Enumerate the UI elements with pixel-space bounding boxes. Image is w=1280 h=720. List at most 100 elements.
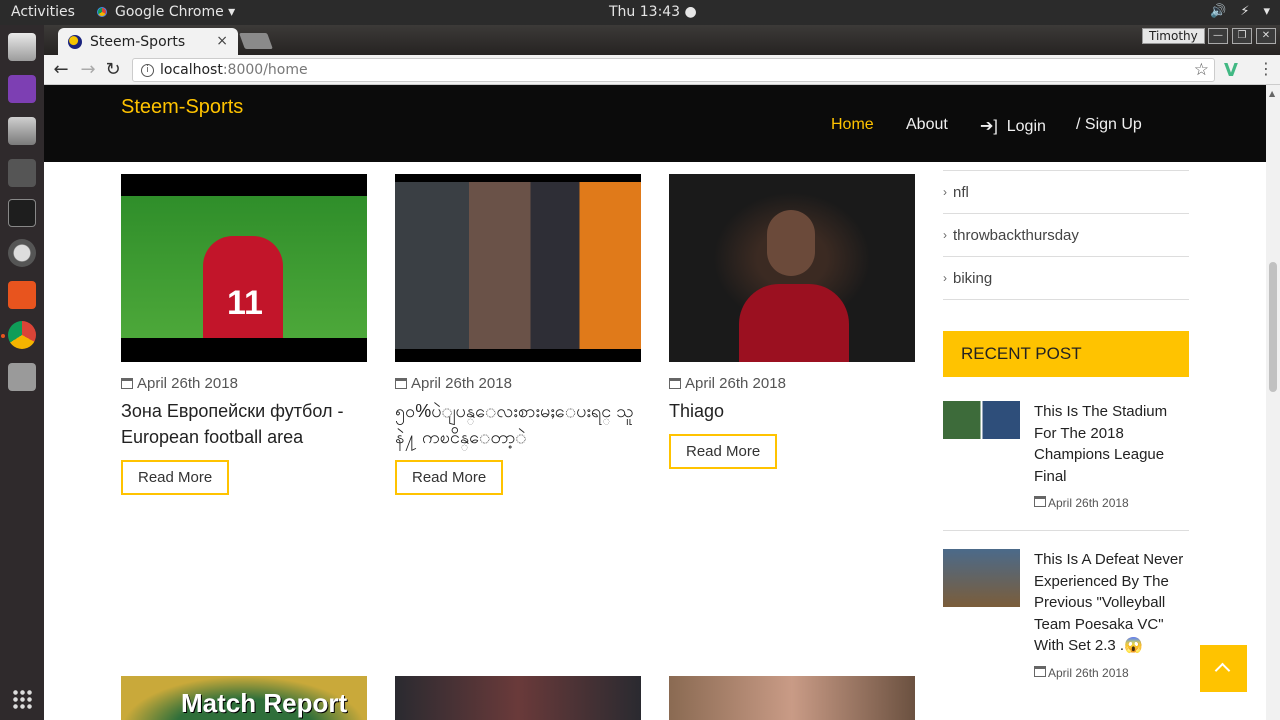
app-menu-label: Google Chrome ▾ — [115, 4, 236, 20]
tag-label: biking — [953, 269, 993, 287]
calendar-icon — [395, 378, 407, 389]
chrome-launcher-icon[interactable] — [8, 321, 36, 349]
site-info-icon[interactable]: i — [141, 63, 154, 77]
scrollbar-thumb[interactable] — [1269, 262, 1277, 392]
video-editor-icon[interactable] — [8, 159, 36, 187]
scroll-to-top-button[interactable] — [1200, 645, 1247, 692]
post-date-text: April 26th 2018 — [137, 375, 238, 392]
post-card: April 26th 2018 Thiago Read More — [669, 174, 915, 469]
read-more-button[interactable]: Read More — [121, 460, 230, 495]
tag-label: nfl — [953, 183, 969, 201]
post-image[interactable]: Match Report — [121, 676, 367, 720]
recent-post-title[interactable]: This Is The Stadium For The 2018 Champio… — [1034, 401, 1190, 487]
install-icon[interactable] — [8, 117, 36, 145]
site-header: Steem-Sports Home About ➔] Login / Sign … — [44, 85, 1266, 162]
tag-item[interactable]: › throwbackthursday — [943, 214, 1189, 257]
back-icon[interactable]: ← — [50, 59, 72, 80]
recent-post-title[interactable]: This Is A Defeat Never Experienced By Th… — [1034, 549, 1190, 657]
sign-in-icon: ➔] — [980, 118, 1007, 135]
jersey-number-graphic: 11 — [227, 284, 263, 322]
address-bar[interactable]: i localhost :8000/home ☆ — [132, 58, 1215, 82]
photo-graphic — [395, 182, 641, 349]
reload-icon[interactable]: ↻ — [102, 59, 124, 80]
post-image[interactable]: 11 — [121, 174, 367, 362]
post-date-text: April 26th 2018 — [685, 375, 786, 392]
recent-post-thumbnail[interactable] — [943, 401, 1020, 439]
url-path: :8000/home — [222, 62, 308, 78]
face-graphic — [767, 210, 815, 276]
activities-button[interactable]: Activities — [11, 4, 75, 20]
show-apps-icon[interactable] — [12, 689, 32, 709]
url-host: localhost — [160, 62, 223, 78]
system-tray[interactable]: 🔊 ⚡ ▾ — [1210, 4, 1270, 19]
post-image[interactable] — [395, 676, 641, 720]
chrome-menu-icon[interactable]: ⋮ — [1258, 59, 1274, 78]
recent-post-item[interactable]: This Is A Defeat Never Experienced By Th… — [943, 549, 1189, 699]
scroll-up-icon[interactable]: ▲ — [1269, 89, 1275, 98]
tab-strip: Steem-Sports × Timothy — ❐ ✕ — [44, 25, 1280, 55]
nav-home[interactable]: Home — [831, 116, 874, 134]
browser-window: Steem-Sports × Timothy — ❐ ✕ ← → ↻ i loc… — [44, 25, 1280, 720]
close-tab-icon[interactable]: × — [216, 33, 228, 49]
post-image[interactable] — [669, 676, 915, 720]
post-image[interactable] — [395, 174, 641, 362]
calendar-icon — [669, 378, 681, 389]
banner-text: Match Report — [181, 688, 348, 718]
recent-post-date: April 26th 2018 — [1034, 496, 1129, 510]
tab-title: Steem-Sports — [90, 33, 186, 50]
app-menu[interactable]: Google Chrome ▾ — [95, 4, 235, 20]
tag-item[interactable]: › nfl — [943, 171, 1189, 214]
site-logo[interactable]: Steem-Sports — [121, 96, 243, 119]
terminal-icon[interactable] — [8, 199, 36, 227]
post-title[interactable]: ၅၀%ပဲျပန္ေလးစားမႈေပးရင္ သူနဲ႔ ကၿငိန္ေတာ့… — [395, 398, 641, 450]
post-date: April 26th 2018 — [121, 375, 367, 392]
window-controls: — ❐ ✕ — [1208, 28, 1276, 44]
tag-item[interactable]: › biking — [943, 257, 1189, 300]
post-card: April 26th 2018 ၅၀%ပဲျပန္ေလးစားမႈေပးရင္ … — [395, 174, 641, 495]
clock[interactable]: Thu 13:43 ● — [609, 4, 697, 20]
player-graphic — [739, 284, 849, 362]
post-title[interactable]: Зона Европейски футбол - European footba… — [121, 398, 367, 450]
recent-post-date-text: April 26th 2018 — [1048, 496, 1129, 510]
nav-about[interactable]: About — [906, 116, 948, 134]
maximize-button[interactable]: ❐ — [1232, 28, 1252, 44]
favicon-icon — [68, 34, 82, 49]
page-viewport: ›sport ›life ›nfl ›throwbackthursday ›bi… — [44, 85, 1280, 720]
nav-signup[interactable]: / Sign Up — [1076, 116, 1142, 134]
post-date: April 26th 2018 — [669, 375, 915, 392]
post-date: April 26th 2018 — [395, 375, 641, 392]
phpstorm-icon[interactable] — [8, 75, 36, 103]
new-tab-button[interactable] — [239, 33, 273, 49]
running-indicator — [1, 334, 5, 338]
profile-button[interactable]: Timothy — [1142, 28, 1205, 44]
tab-steem-sports[interactable]: Steem-Sports × — [58, 28, 238, 55]
recent-post-date: April 26th 2018 — [1034, 666, 1129, 680]
recent-post-date-text: April 26th 2018 — [1048, 666, 1129, 680]
nav-login-label: Login — [1006, 118, 1046, 135]
minimize-button[interactable]: — — [1208, 28, 1228, 44]
post-image[interactable] — [669, 174, 915, 362]
tray-menu-icon[interactable]: ▾ — [1263, 4, 1270, 19]
nav-login[interactable]: ➔] Login — [980, 116, 1046, 136]
calendar-icon — [1034, 666, 1046, 677]
read-more-button[interactable]: Read More — [669, 434, 778, 469]
software-center-icon[interactable] — [8, 281, 36, 309]
page-scrollbar[interactable]: ▲ — [1266, 85, 1280, 720]
chevron-right-icon: › — [943, 228, 947, 242]
recent-post-thumbnail[interactable] — [943, 549, 1020, 607]
calculator-icon[interactable] — [8, 363, 36, 391]
files-icon[interactable] — [8, 33, 36, 61]
vue-devtools-icon[interactable]: V — [1224, 60, 1238, 81]
close-window-button[interactable]: ✕ — [1256, 28, 1276, 44]
bookmark-star-icon[interactable]: ☆ — [1194, 60, 1209, 80]
launcher-dock — [0, 25, 44, 720]
post-title[interactable]: Thiago — [669, 398, 915, 424]
power-icon[interactable]: ⚡ — [1240, 4, 1249, 19]
browser-toolbar: ← → ↻ i localhost :8000/home ☆ V ⋮ — [44, 55, 1280, 85]
read-more-button[interactable]: Read More — [395, 460, 504, 495]
volume-icon[interactable]: 🔊 — [1210, 4, 1226, 19]
software-updater-icon[interactable] — [8, 239, 36, 267]
forward-icon[interactable]: → — [77, 59, 99, 80]
recent-post-heading: RECENT POST — [943, 331, 1189, 377]
recent-post-item[interactable]: This Is The Stadium For The 2018 Champio… — [943, 401, 1189, 531]
